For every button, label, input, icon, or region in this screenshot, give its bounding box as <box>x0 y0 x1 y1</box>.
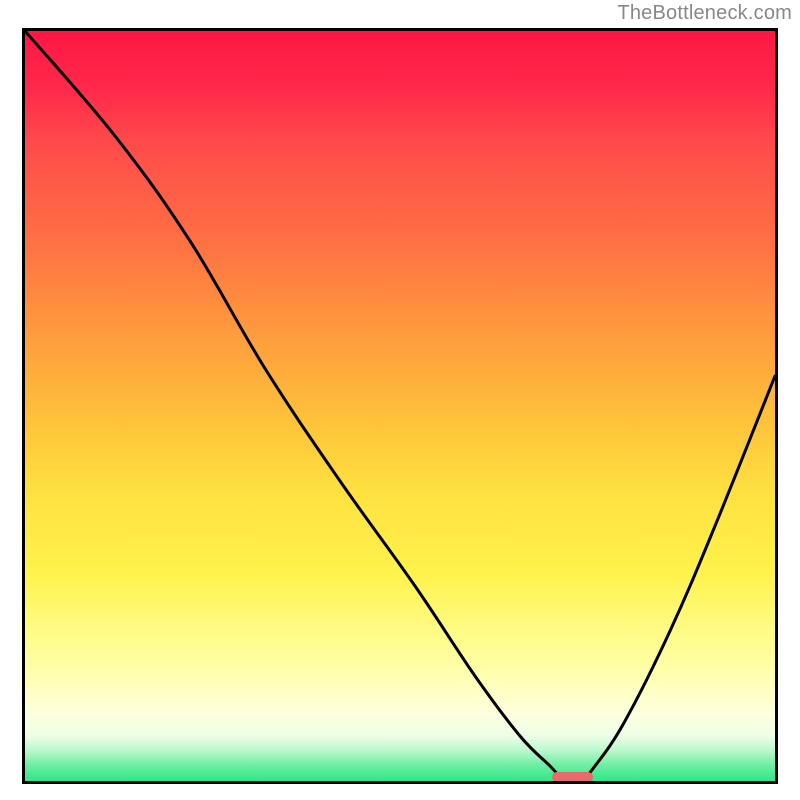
optimal-point-marker <box>552 772 593 783</box>
bottleneck-curve <box>25 31 775 781</box>
plot-area <box>22 28 778 784</box>
chart-container: TheBottleneck.com <box>0 0 800 800</box>
watermark-text: TheBottleneck.com <box>617 2 792 25</box>
